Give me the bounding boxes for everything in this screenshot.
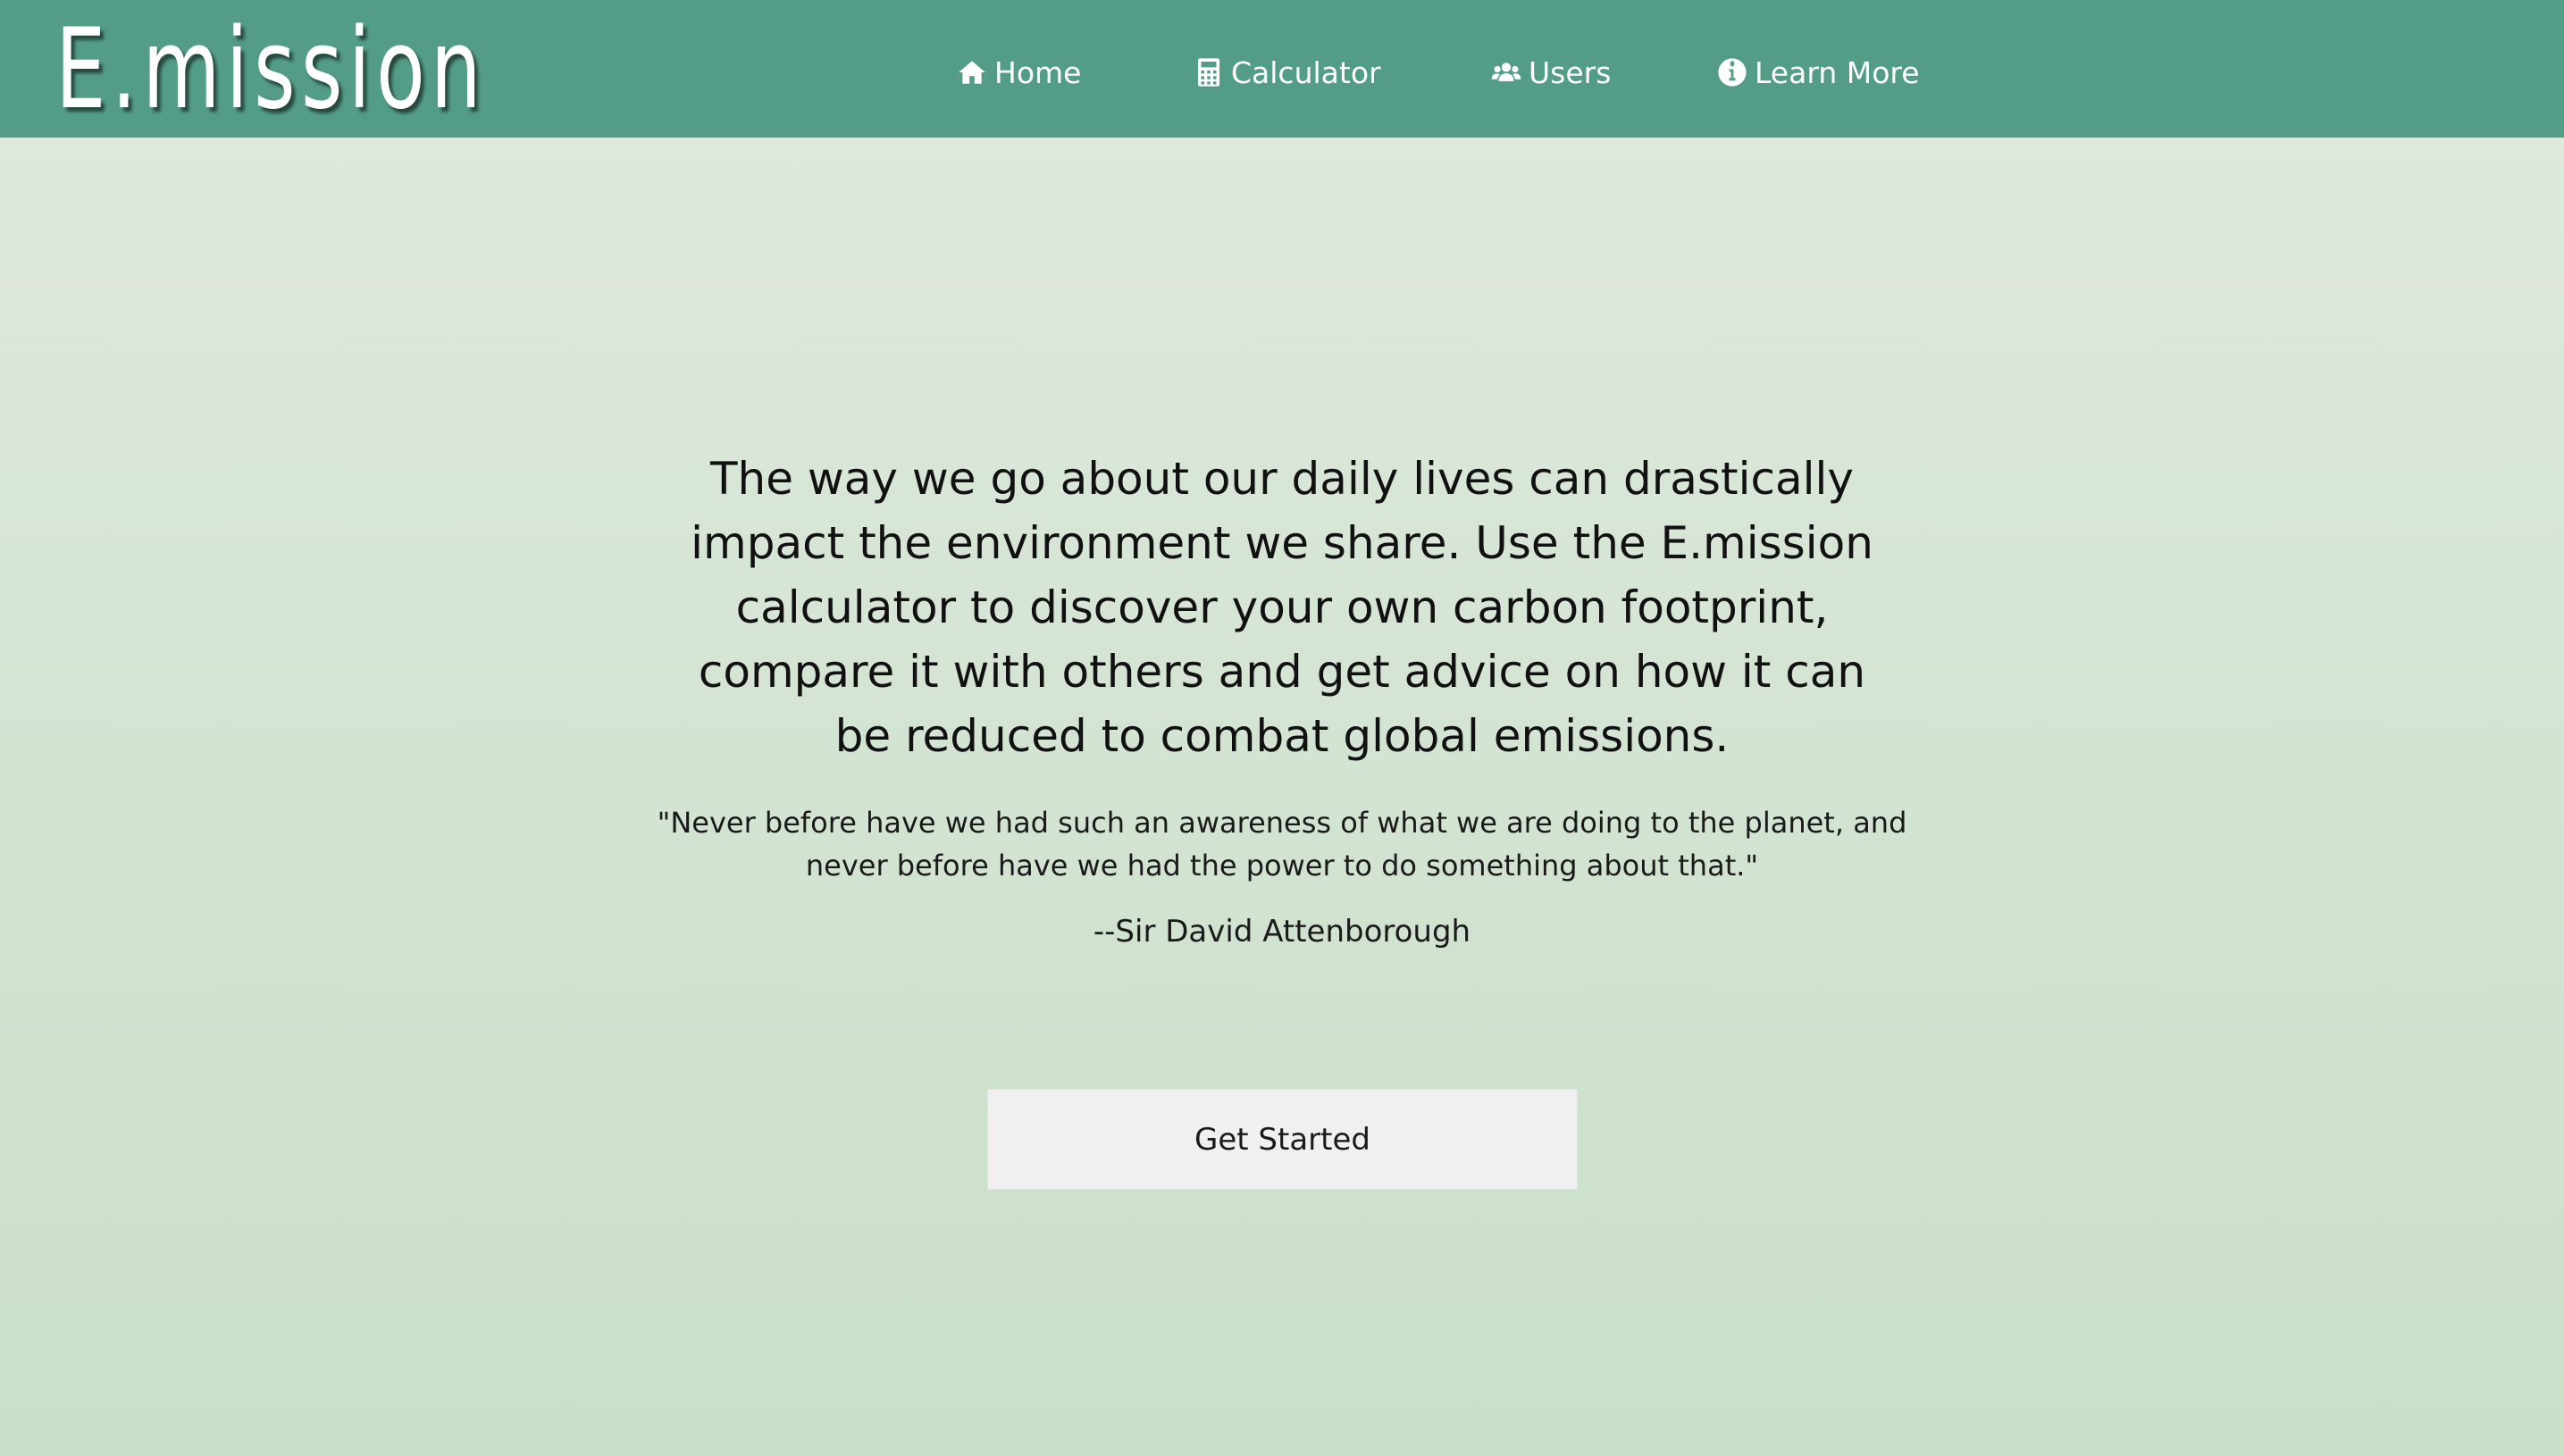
home-icon xyxy=(959,61,985,84)
quote-author: --Sir David Attenborough xyxy=(1093,914,1471,950)
nav-learn-more-label: Learn More xyxy=(1755,54,1920,90)
nav-users[interactable]: Users xyxy=(1491,50,1611,95)
users-icon xyxy=(1491,63,1521,81)
calculator-icon xyxy=(1197,58,1220,87)
intro-text: The way we go about our daily lives can … xyxy=(691,453,1873,762)
get-started-button[interactable]: Get Started xyxy=(987,1089,1578,1190)
navbar: E.mission Home Calculator Users Learn Mo… xyxy=(0,0,2564,138)
nav-calculator-label: Calculator xyxy=(1231,54,1381,90)
site-logo[interactable]: E.mission xyxy=(55,7,487,132)
nav-users-label: Users xyxy=(1529,54,1612,90)
attenborough-quote: "Never before have we had such an awaren… xyxy=(657,806,1907,883)
nav-home-label: Home xyxy=(994,54,1082,90)
nav-learn-more[interactable]: Learn More xyxy=(1717,50,1920,95)
info-icon xyxy=(1718,58,1747,87)
nav-calculator[interactable]: Calculator xyxy=(1194,50,1381,95)
nav-home[interactable]: Home xyxy=(957,50,1081,95)
